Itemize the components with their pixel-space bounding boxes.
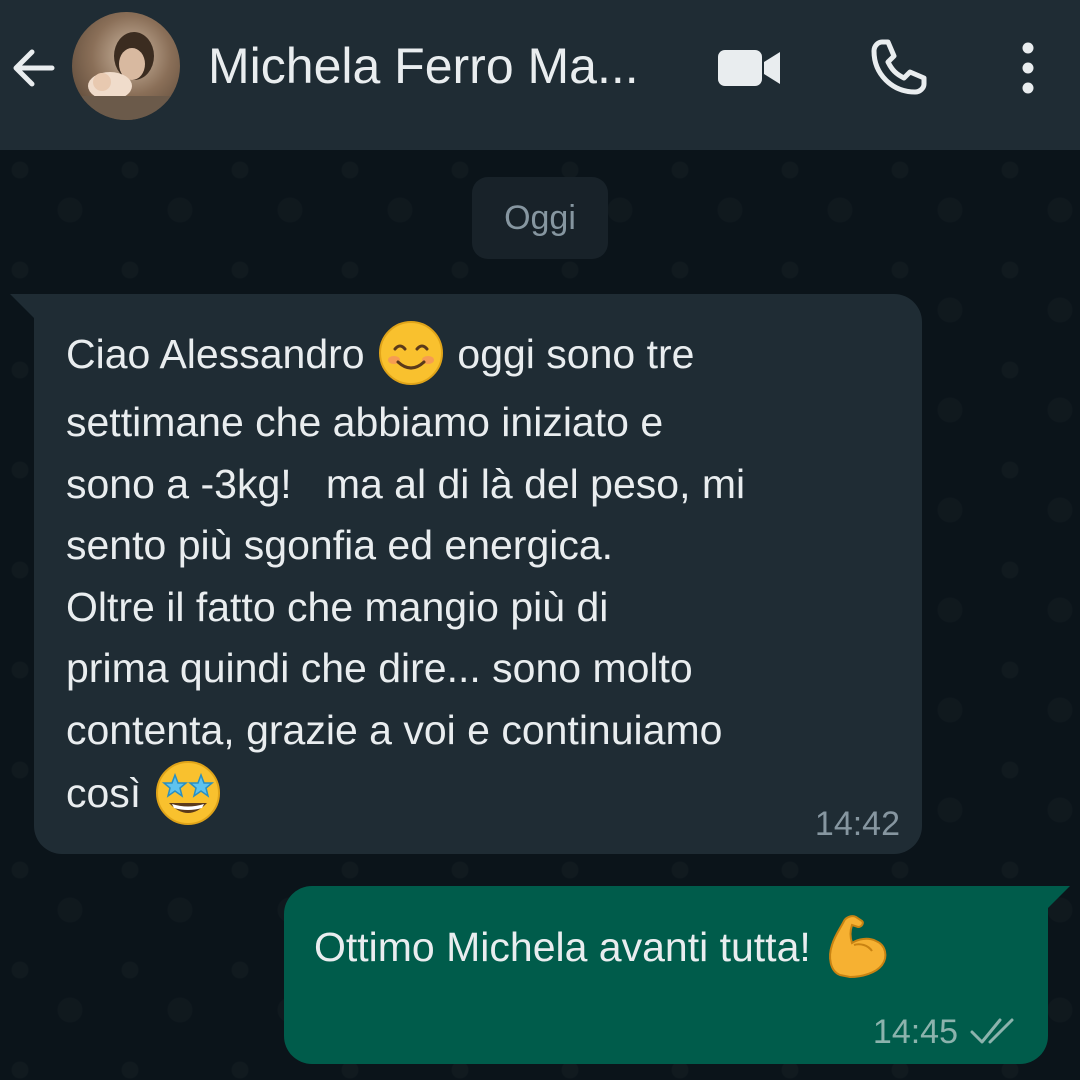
message-timestamp: 14:42 [814, 805, 900, 843]
star-struck-icon [155, 761, 220, 825]
message-line: così [66, 769, 142, 816]
message-timestamp: 14:45 [872, 1013, 958, 1051]
flexed-biceps-icon [829, 915, 887, 979]
message-line: Ottimo Michela avanti tutta! [314, 924, 811, 970]
contact-name[interactable]: Michela Ferro Ma... [208, 36, 688, 96]
chat-header: Michela Ferro Ma... [0, 0, 1080, 150]
message-line: settimane che abbiamo iniziato e [66, 399, 664, 445]
message-line: Oltre il fatto che mangio più di [66, 583, 609, 630]
incoming-message-text: Ciao Alessandro oggi sono tre settimane … [66, 321, 902, 831]
back-arrow-icon[interactable] [6, 40, 62, 96]
more-vert-icon[interactable] [1010, 38, 1046, 98]
message-line: prima quindi che dire... sono molto [66, 645, 693, 691]
avatar[interactable] [72, 12, 180, 120]
message-line: contenta, grazie a voi e continuiamo [66, 706, 723, 753]
message-line: Ciao Alessandro [66, 330, 365, 377]
message-line: sento più sgonfia ed energica. [66, 522, 614, 568]
smiling-face-icon [378, 321, 443, 385]
video-call-icon[interactable] [716, 44, 782, 92]
message-line: oggi sono tre [457, 330, 695, 377]
date-chip: Oggi [472, 177, 608, 259]
outgoing-message-text: Ottimo Michela avanti tutta! [314, 914, 1034, 985]
double-check-read-icon [970, 1018, 1014, 1044]
message-line: sono a -3kg! ma al di là del peso, mi [66, 460, 746, 507]
avatar-photo [82, 32, 172, 120]
phone-icon[interactable] [868, 38, 928, 98]
